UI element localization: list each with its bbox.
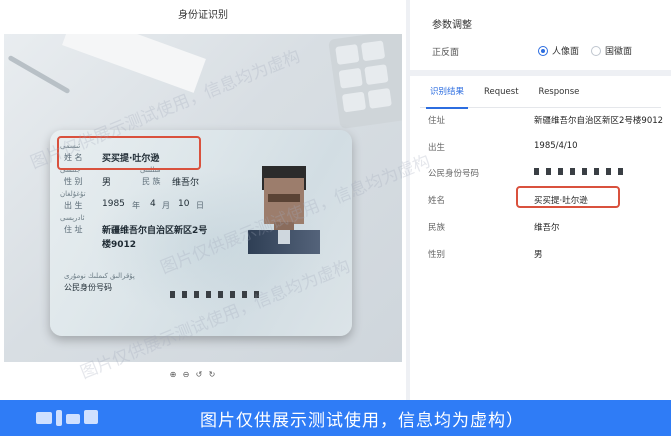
id-number-masked bbox=[534, 167, 630, 177]
background-keyboard bbox=[328, 34, 402, 130]
result-row-birth: 出生 1985/4/10 bbox=[428, 141, 664, 169]
field-key: 公民身份号码 bbox=[428, 169, 480, 179]
field-value: 1985/4/10 bbox=[534, 141, 578, 151]
background-pen bbox=[7, 54, 71, 95]
card-address-label: 住 址 bbox=[64, 225, 83, 234]
field-value: 新疆维吾尔自治区新区2号楼9012 bbox=[534, 116, 664, 126]
tab-request[interactable]: Request bbox=[474, 86, 529, 108]
result-row-address: 住址 新疆维吾尔自治区新区2号楼9012 bbox=[428, 114, 664, 142]
card-gender-label: 性 别 bbox=[64, 177, 83, 186]
section-divider bbox=[410, 70, 671, 76]
field-key: 出生 bbox=[428, 143, 446, 153]
card-birth-year: 1985 bbox=[102, 199, 125, 209]
field-key: 性别 bbox=[428, 250, 446, 260]
result-name-highlight bbox=[516, 186, 620, 208]
card-address-line2: 楼9012 bbox=[102, 240, 137, 250]
card-name-highlight bbox=[57, 136, 201, 170]
panel-title: 身份证识别 bbox=[178, 10, 228, 21]
radio-label: 人像面 bbox=[552, 47, 580, 57]
card-id-number-masked bbox=[170, 284, 266, 303]
tab-result[interactable]: 识别结果 bbox=[420, 86, 474, 109]
radio-label: 国徽面 bbox=[605, 47, 633, 57]
result-row-ethnicity: 民族 维吾尔 bbox=[428, 221, 664, 249]
card-gender-value: 男 bbox=[102, 178, 112, 188]
card-ethnicity-label: 民 族 bbox=[142, 177, 161, 186]
card-birth-label: 出 生 bbox=[64, 201, 83, 210]
tab-response[interactable]: Response bbox=[529, 86, 590, 108]
brand-logo bbox=[36, 408, 98, 428]
card-birth-day: 10 bbox=[178, 199, 190, 209]
card-birth-month-unit: 月 bbox=[162, 201, 170, 210]
field-value: 维吾尔 bbox=[534, 223, 560, 233]
rotate-right-icon[interactable]: ↻ bbox=[207, 370, 217, 380]
section-title: 参数调整 bbox=[432, 20, 472, 31]
field-key: 民族 bbox=[428, 223, 446, 233]
field-value: 男 bbox=[534, 250, 543, 260]
radio-portrait-side[interactable]: 人像面 bbox=[538, 44, 579, 57]
card-birth-year-unit: 年 bbox=[132, 201, 140, 210]
side-label: 正反面 bbox=[432, 48, 460, 58]
bottom-banner: 图片仅供展示测试使用，信息均为虚构） bbox=[0, 400, 671, 436]
result-row-gender: 性别 男 bbox=[428, 248, 664, 276]
card-birth-month: 4 bbox=[150, 199, 156, 209]
image-toolbar: ⊕ ⊖ ↺ ↻ bbox=[168, 370, 217, 380]
id-card-photo: ئىسمى 姓 名 买买提·吐尔逊 جىنسى 性 别 男 مىللىتى 民 … bbox=[4, 34, 402, 362]
image-panel: 身份证识别 ئىسمى 姓 名 买买提·吐尔逊 جىنسى 性 别 男 مىلل… bbox=[0, 0, 406, 400]
card-ethnicity-value: 维吾尔 bbox=[172, 178, 200, 188]
card-birth-day-unit: 日 bbox=[196, 201, 204, 210]
disclaimer-text: 图片仅供展示测试使用，信息均为虚构） bbox=[200, 411, 524, 431]
field-key: 住址 bbox=[428, 116, 446, 126]
rotate-left-icon[interactable]: ↺ bbox=[194, 370, 204, 380]
card-address-line1: 新疆维吾尔自治区新区2号 bbox=[102, 226, 208, 236]
card-id-label: 公民身份号码 bbox=[64, 283, 112, 292]
radio-selected-icon[interactable] bbox=[538, 45, 548, 56]
zoom-out-icon[interactable]: ⊖ bbox=[181, 370, 191, 380]
background-paper bbox=[62, 34, 206, 93]
zoom-in-icon[interactable]: ⊕ bbox=[168, 370, 178, 380]
radio-unselected-icon[interactable] bbox=[591, 45, 601, 56]
radio-emblem-side[interactable]: 国徽面 bbox=[591, 44, 632, 57]
portrait-photo bbox=[248, 164, 320, 254]
result-tabs: 识别结果 Request Response bbox=[420, 86, 661, 109]
field-key: 姓名 bbox=[428, 196, 446, 206]
